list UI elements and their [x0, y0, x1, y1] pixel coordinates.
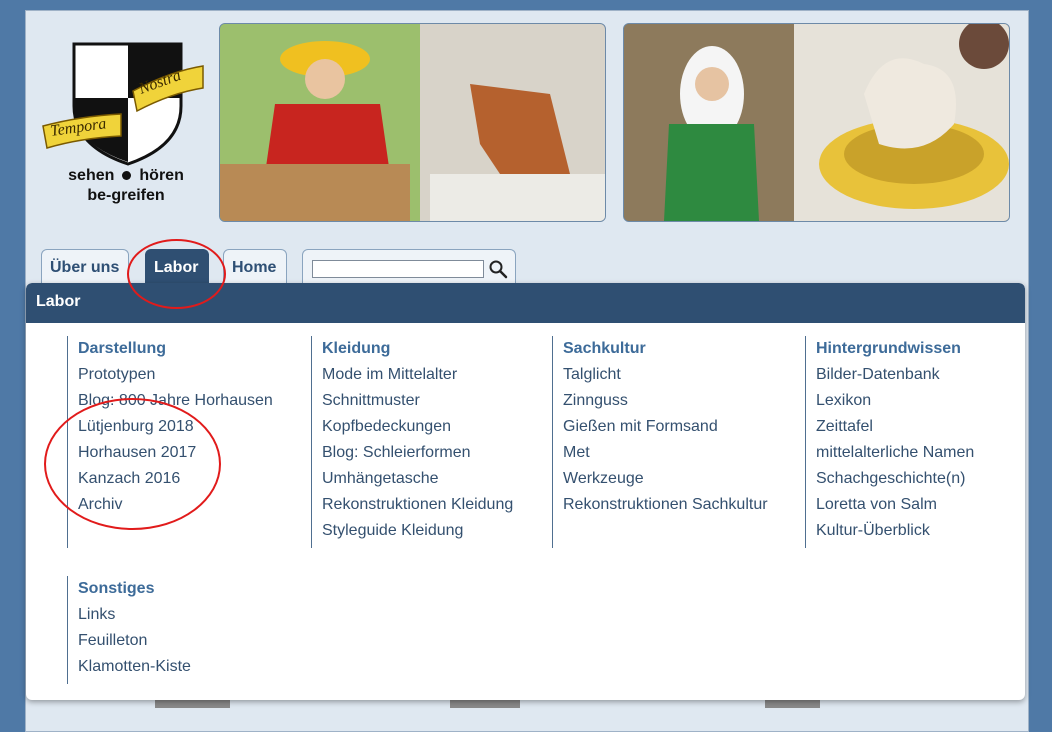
- mega-menu-title: Labor: [26, 283, 1025, 323]
- menu-item[interactable]: Zeittafel: [816, 414, 974, 440]
- search-input[interactable]: [312, 260, 484, 278]
- tab-home[interactable]: Home: [223, 249, 287, 285]
- menu-item[interactable]: Klamotten-Kiste: [78, 654, 191, 680]
- menu-item[interactable]: Zinnguss: [563, 388, 768, 414]
- menu-item[interactable]: Met: [563, 440, 768, 466]
- menu-item[interactable]: Schachgeschichte(n): [816, 466, 974, 492]
- menu-column-kleidung: Kleidung Mode im Mittelalter Schnittmust…: [311, 336, 513, 548]
- menu-item[interactable]: Schnittmuster: [322, 388, 513, 414]
- menu-item[interactable]: Prototypen: [78, 362, 273, 388]
- tab-ueber-uns[interactable]: Über uns: [41, 249, 129, 285]
- menu-item[interactable]: Links: [78, 602, 191, 628]
- menu-heading-kleidung[interactable]: Kleidung: [322, 336, 513, 362]
- menu-item[interactable]: Styleguide Kleidung: [322, 518, 513, 544]
- menu-item[interactable]: Feuilleton: [78, 628, 191, 654]
- menu-item[interactable]: Horhausen 2017: [78, 440, 273, 466]
- menu-item[interactable]: Talglicht: [563, 362, 768, 388]
- menu-item[interactable]: Werkzeuge: [563, 466, 768, 492]
- menu-item[interactable]: Lexikon: [816, 388, 974, 414]
- header-photo-woman-pottery: [623, 23, 1010, 222]
- tab-labor[interactable]: Labor: [145, 249, 209, 285]
- content-thumbnail: [765, 700, 820, 708]
- menu-item[interactable]: Kultur-Überblick: [816, 518, 974, 544]
- menu-item[interactable]: mittelalterliche Namen: [816, 440, 974, 466]
- menu-heading-sonstiges[interactable]: Sonstiges: [78, 576, 191, 602]
- tagline: sehen hören be-greifen: [46, 166, 206, 206]
- menu-column-darstellung: Darstellung Prototypen Blog: 800 Jahre H…: [67, 336, 273, 548]
- menu-item[interactable]: Bilder-Datenbank: [816, 362, 974, 388]
- menu-heading-darstellung[interactable]: Darstellung: [78, 336, 273, 362]
- menu-column-hintergrundwissen: Hintergrundwissen Bilder-Datenbank Lexik…: [805, 336, 974, 548]
- content-thumbnail: [450, 700, 520, 708]
- menu-item[interactable]: Loretta von Salm: [816, 492, 974, 518]
- menu-item[interactable]: Blog: Schleierformen: [322, 440, 513, 466]
- tagline-sehen: sehen: [68, 167, 115, 184]
- menu-item[interactable]: Mode im Mittelalter: [322, 362, 513, 388]
- menu-item[interactable]: Umhängetasche: [322, 466, 513, 492]
- menu-item[interactable]: Rekonstruktionen Kleidung: [322, 492, 513, 518]
- menu-heading-hintergrundwissen[interactable]: Hintergrundwissen: [816, 336, 974, 362]
- menu-heading-sachkultur[interactable]: Sachkultur: [563, 336, 768, 362]
- menu-item[interactable]: Gießen mit Formsand: [563, 414, 768, 440]
- menu-item[interactable]: Kanzach 2016: [78, 466, 273, 492]
- search-area: [302, 249, 516, 285]
- bullet-dot-icon: [122, 171, 132, 181]
- labor-mega-menu: Labor Darstellung Prototypen Blog: 800 J…: [26, 283, 1025, 700]
- search-icon[interactable]: [488, 259, 508, 279]
- content-thumbnail: [155, 700, 230, 708]
- tagline-begreifen: be-greifen: [87, 187, 165, 204]
- tagline-hoeren: hören: [139, 167, 184, 184]
- menu-item[interactable]: Kopfbedeckungen: [322, 414, 513, 440]
- menu-column-sachkultur: Sachkultur Talglicht Zinnguss Gießen mit…: [552, 336, 768, 548]
- menu-item[interactable]: Blog: 800 Jahre Horhausen: [78, 388, 273, 414]
- header-photo-shoemaker: [219, 23, 606, 222]
- menu-column-sonstiges: Sonstiges Links Feuilleton Klamotten-Kis…: [67, 576, 191, 684]
- menu-item[interactable]: Archiv: [78, 492, 273, 518]
- menu-item[interactable]: Lütjenburg 2018: [78, 414, 273, 440]
- menu-item[interactable]: Rekonstruktionen Sachkultur: [563, 492, 768, 518]
